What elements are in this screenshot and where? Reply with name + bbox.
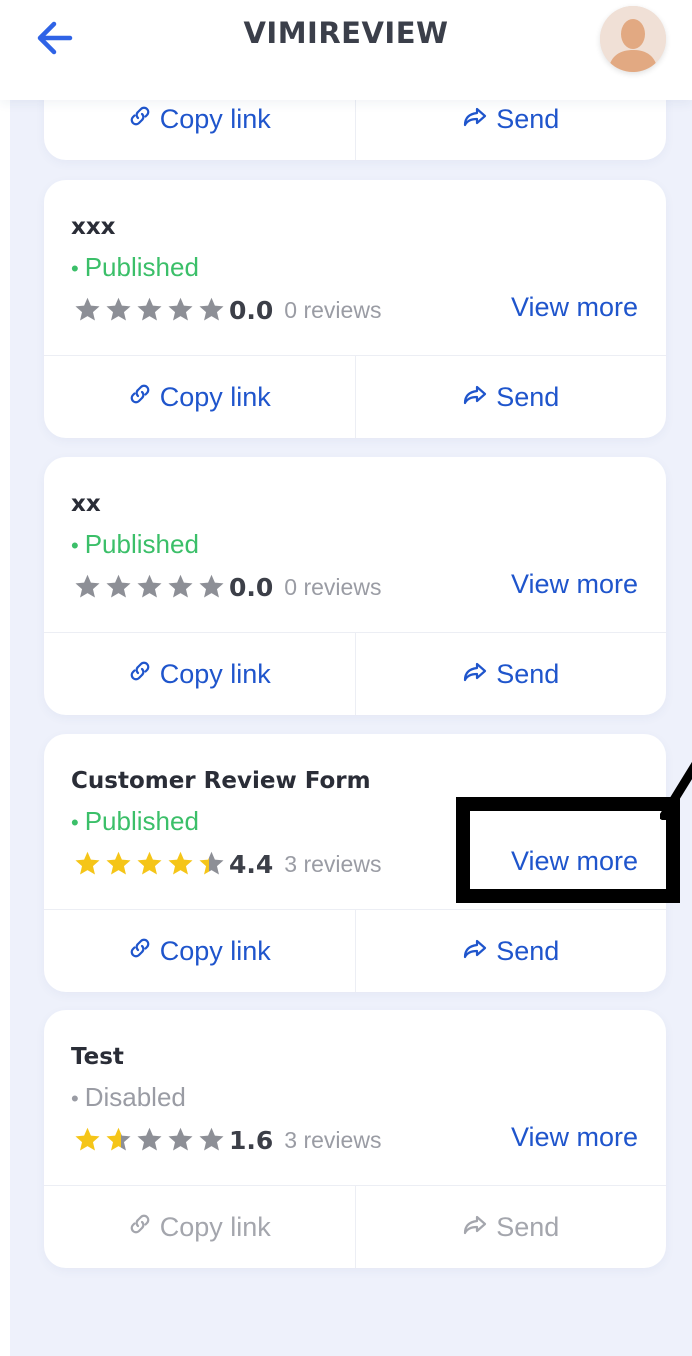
card-actions: Copy link Send	[44, 632, 666, 715]
app-title: VIMIREVIEW	[243, 16, 449, 50]
star-icon	[137, 574, 162, 598]
copy-link-label: Copy link	[159, 103, 271, 134]
star-icon	[75, 851, 100, 875]
annotation-pointer	[660, 761, 692, 820]
card-actions: Copy link Send	[44, 909, 666, 992]
star-icon	[137, 1127, 162, 1151]
form-title: xx	[71, 491, 101, 517]
star-rating	[72, 850, 227, 878]
share-arrow-icon	[462, 1212, 496, 1243]
rating-row: 0.0 0 reviews	[72, 293, 381, 327]
copy-link-label: Copy link	[159, 935, 271, 966]
app-header: VIMIREVIEW	[0, 0, 692, 100]
form-title: xxx	[71, 214, 116, 240]
rating-row: 4.4 3 reviews	[72, 847, 381, 881]
rating-score: 4.4	[229, 849, 274, 879]
link-icon	[128, 936, 160, 967]
status-badge: • Published	[71, 529, 199, 559]
star-icon	[168, 851, 193, 875]
star-icon	[106, 1127, 131, 1151]
send-label: Send	[496, 381, 560, 412]
star-icon	[199, 297, 224, 321]
share-arrow-icon	[462, 104, 496, 135]
star-icon	[75, 1127, 100, 1151]
card-actions: Copy link Send	[44, 355, 666, 438]
star-icon	[75, 297, 100, 321]
rating-score: 0.0	[229, 295, 274, 325]
highlight-box	[456, 797, 680, 903]
send-button[interactable]: Send	[354, 356, 667, 438]
star-icon	[168, 574, 193, 598]
copy-link-button[interactable]: Copy link	[44, 356, 355, 438]
review-count: 3 reviews	[284, 1126, 382, 1153]
rating-row: 1.6 3 reviews	[72, 1123, 381, 1157]
link-icon	[128, 1212, 160, 1243]
review-count: 0 reviews	[284, 296, 382, 323]
star-icon	[199, 1127, 224, 1151]
copy-link-label: Copy link	[159, 1211, 271, 1242]
star-rating	[72, 573, 227, 601]
link-icon	[128, 104, 160, 135]
card-actions: Copy link Send	[44, 1185, 666, 1268]
star-icon	[75, 574, 100, 598]
copy-link-button[interactable]: Copy link	[44, 910, 355, 992]
share-arrow-icon	[462, 936, 496, 967]
view-more-link[interactable]: View more	[511, 292, 638, 323]
form-title: Customer Review Form	[71, 768, 371, 794]
rating-score: 1.6	[229, 1125, 274, 1155]
share-arrow-icon	[462, 659, 496, 690]
form-card: xxx • Published 0.0 0 reviews View more C…	[44, 180, 666, 438]
star-icon	[106, 297, 131, 321]
share-arrow-icon	[462, 382, 496, 413]
rating-row: 0.0 0 reviews	[72, 570, 381, 604]
send-label: Send	[496, 658, 560, 689]
form-title: Test	[71, 1044, 124, 1070]
copy-link-button[interactable]: Copy link	[44, 1186, 355, 1268]
star-icon	[106, 574, 131, 598]
star-icon	[106, 851, 131, 875]
star-rating	[72, 296, 227, 324]
send-button[interactable]: Send	[354, 910, 667, 992]
copy-link-button[interactable]: Copy link	[44, 633, 355, 715]
star-icon	[168, 1127, 193, 1151]
copy-link-label: Copy link	[159, 658, 271, 689]
link-icon	[128, 382, 160, 413]
status-badge: • Disabled	[71, 1082, 186, 1112]
send-label: Send	[496, 935, 560, 966]
star-icon	[137, 297, 162, 321]
star-icon	[137, 851, 162, 875]
review-count: 3 reviews	[284, 850, 382, 877]
status-badge: • Published	[71, 252, 199, 282]
form-card: xx • Published 0.0 0 reviews View more Co…	[44, 457, 666, 715]
avatar[interactable]	[600, 6, 666, 72]
star-rating	[72, 1126, 227, 1154]
user-avatar-icon	[600, 6, 666, 72]
view-more-link[interactable]: View more	[511, 1122, 638, 1153]
send-label: Send	[496, 103, 560, 134]
rating-score: 0.0	[229, 572, 274, 602]
form-card: Test • Disabled 1.6 3 reviews View more C…	[44, 1010, 666, 1268]
star-icon	[199, 574, 224, 598]
status-badge: • Published	[71, 806, 199, 836]
send-button[interactable]: Send	[354, 1186, 667, 1268]
link-icon	[128, 659, 160, 690]
review-count: 0 reviews	[284, 573, 382, 600]
view-more-link[interactable]: View more	[511, 569, 638, 600]
send-label: Send	[496, 1211, 560, 1242]
send-button[interactable]: Send	[354, 633, 667, 715]
copy-link-label: Copy link	[159, 381, 271, 412]
star-icon	[199, 851, 224, 875]
star-icon	[168, 297, 193, 321]
